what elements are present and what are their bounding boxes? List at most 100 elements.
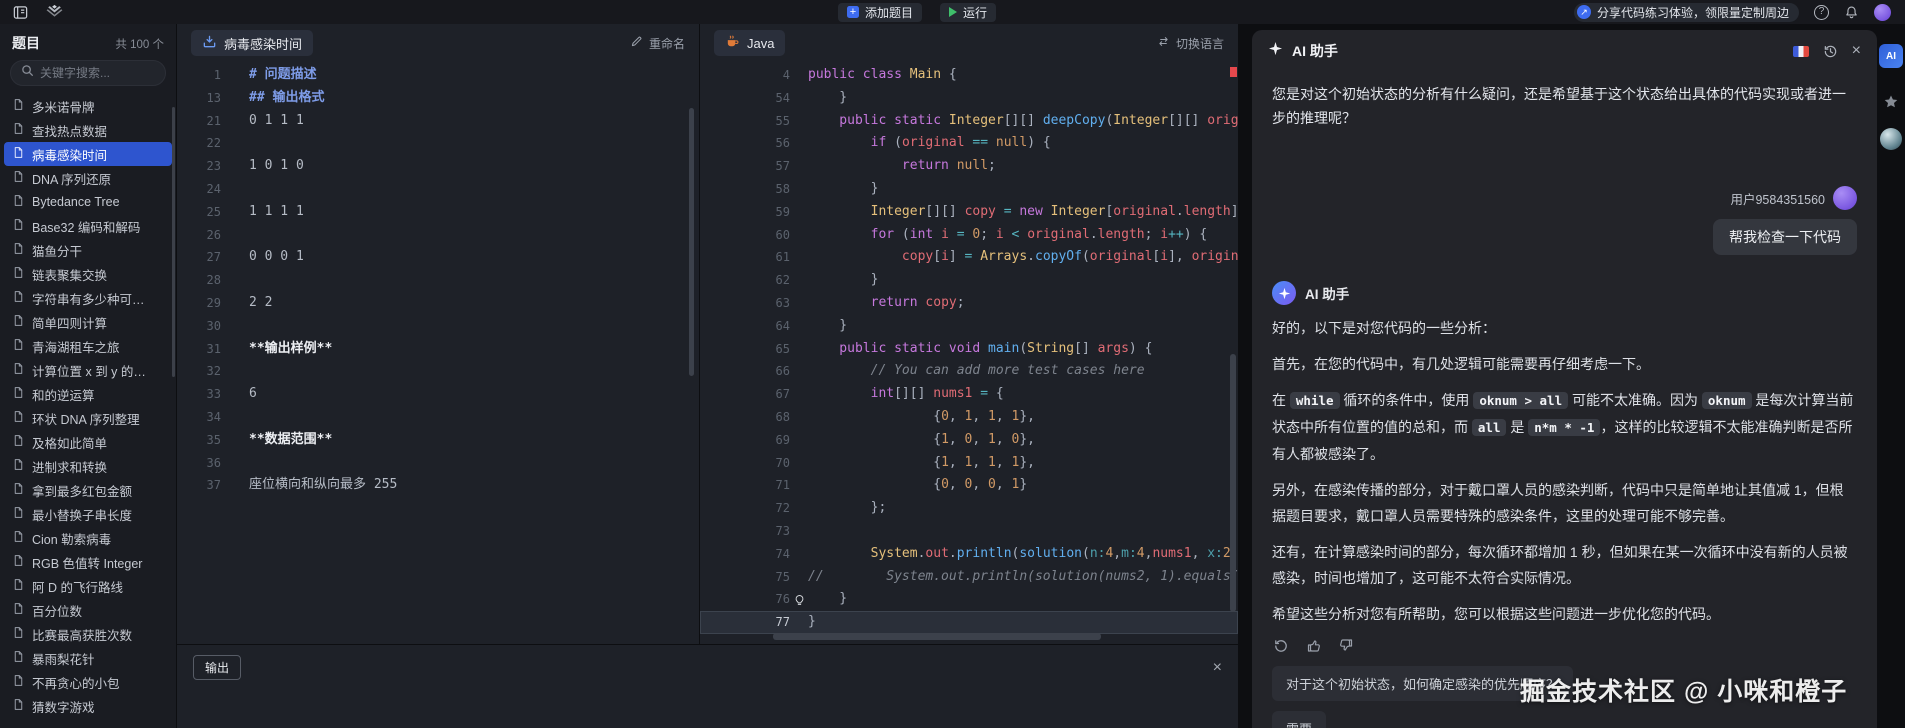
problem-line: 34 [177, 406, 699, 429]
sidebar-item[interactable]: 百分位数 [4, 598, 172, 622]
problem-line: 24 [177, 178, 699, 201]
topbar: 添加题目 运行 ↗ 分享代码练习体验，领限量定制周边 ? [0, 0, 1905, 24]
rename-button[interactable]: 重命名 [630, 35, 685, 52]
ai-assistant-panel: AI 助手 × 您是对这个初始状态的分析有什么疑问，还是希望基于这个状态给出具体… [1252, 30, 1877, 728]
brand-area [0, 4, 64, 21]
sidebar-item[interactable]: 计算位置 x 到 y 的… [4, 358, 172, 382]
code-line: 67 int[][] nums1 = { [700, 383, 1238, 406]
code-line: 61 copy[i] = Arrays.copyOf(original[i], … [700, 246, 1238, 269]
line-number: 73 [775, 523, 790, 538]
problem-line: 27 0 0 0 1 [177, 246, 699, 269]
line-number: 77 [775, 615, 790, 630]
sidebar-item[interactable]: 不再贪心的小包 [4, 670, 172, 694]
document-icon [12, 290, 25, 306]
sidebar-item[interactable]: 猜数字游戏 [4, 694, 172, 718]
sidebar-item[interactable]: 和的逆运算 [4, 382, 172, 406]
line-number: 31 [206, 341, 221, 356]
sidebar-item[interactable]: 猫鱼分干 [4, 238, 172, 262]
sidebar-item[interactable]: 链表聚集交换 [4, 262, 172, 286]
output-tab[interactable]: 输出 [193, 655, 242, 680]
sidebar-item[interactable]: 进制求和转换 [4, 454, 172, 478]
sidebar-item[interactable]: 拿到最多红包金额 [4, 478, 172, 502]
star-icon[interactable] [1883, 94, 1899, 110]
language-tab[interactable]: Java [714, 30, 786, 56]
document-icon [12, 506, 25, 522]
code-line: 4 public class Main { [700, 64, 1238, 87]
sparkle-icon [1268, 41, 1283, 61]
sidebar-item[interactable]: RGB 色值转 Integer [4, 550, 172, 574]
sidebar-item[interactable]: 青海湖租车之旅 [4, 334, 172, 358]
ai-plugin-icon[interactable]: AI [1879, 44, 1903, 68]
line-number: 58 [775, 181, 790, 196]
bell-icon[interactable] [1844, 5, 1859, 20]
code-line: 54 } [700, 87, 1238, 110]
thumbs-up-icon[interactable] [1305, 637, 1322, 654]
sidebar-item[interactable]: 最小替换子串长度 [4, 502, 172, 526]
problem-line: 37 座位横向和纵向最多 255 [177, 474, 699, 497]
code-line: 70 {1, 1, 1, 1}, [700, 452, 1238, 475]
sidebar-item[interactable]: Bytedance Tree [4, 190, 172, 214]
search-input[interactable] [40, 66, 155, 80]
line-number: 71 [775, 478, 790, 493]
search-box [10, 60, 166, 86]
code-line: 57 return null; [700, 155, 1238, 178]
problem-scrollbar[interactable] [689, 108, 694, 376]
regenerate-icon[interactable] [1272, 637, 1289, 654]
sidebar-item-label: 青海湖租车之旅 [32, 340, 120, 355]
document-icon [12, 266, 25, 282]
code-panel-header: Java 切换语言 [700, 24, 1238, 62]
line-number: 21 [206, 113, 221, 128]
share-banner[interactable]: ↗ 分享代码练习体验，领限量定制周边 [1573, 2, 1799, 22]
thumbs-down-icon[interactable] [1338, 637, 1355, 654]
code-editor[interactable]: 4 public class Main {54 } 55 public static… [700, 64, 1238, 634]
history-icon[interactable] [1823, 44, 1838, 59]
line-number: 26 [206, 227, 221, 242]
sidebar-item[interactable]: Cion 勒索病毒 [4, 526, 172, 550]
document-icon [12, 650, 25, 666]
suggested-question[interactable]: 对于这个初始状态，如何确定感染的优先顺序？ [1272, 666, 1574, 701]
problem-count: 共 100 个 [115, 39, 164, 51]
sidebar-item[interactable]: 病毒感染时间 [4, 142, 172, 166]
sidebar-item[interactable]: 字符串有多少种可… [4, 286, 172, 310]
juejin-logo-icon[interactable] [45, 4, 64, 20]
help-icon[interactable]: ? [1814, 4, 1829, 20]
sidebar-item-label: 查找热点数据 [32, 124, 108, 139]
suggested-question[interactable]: 需要 [1272, 711, 1327, 728]
problem-tab[interactable]: 病毒感染时间 [191, 30, 314, 56]
user-avatar[interactable] [1874, 3, 1891, 21]
sidebar-item[interactable]: 及格如此简单 [4, 430, 172, 454]
sidebar-item[interactable]: DNA 序列还原 [4, 166, 172, 190]
pencil-icon [630, 35, 643, 51]
add-problem-button[interactable]: 添加题目 [838, 2, 923, 22]
sidebar-item[interactable]: 环状 DNA 序列整理 [4, 406, 172, 430]
sidebar-scrollbar[interactable] [172, 107, 175, 377]
line-number: 4 [782, 68, 790, 82]
code-line: 69 {1, 0, 1, 0}, [700, 429, 1238, 452]
sidebar-item[interactable]: 暴雨梨花针 [4, 646, 172, 670]
sidebar-item[interactable]: 多米诺骨牌 [4, 94, 172, 118]
sidebar-item[interactable]: Base32 编码和解码 [4, 214, 172, 238]
switch-language-button[interactable]: 切换语言 [1157, 35, 1224, 52]
profile-logo-icon[interactable] [1880, 128, 1902, 150]
document-icon [12, 674, 25, 690]
lightbulb-icon[interactable] [790, 588, 808, 611]
sidebar-item-label: 和的逆运算 [32, 388, 95, 403]
code-horizontal-scrollbar[interactable] [773, 633, 1101, 640]
problem-editor[interactable]: 1 # 问题描述 13 ## 输出格式 21 0 1 1 1 22 23 1 0 1 0 24 25… [177, 64, 699, 497]
notebook-logo-icon[interactable] [12, 4, 29, 21]
sidebar-item[interactable]: 比赛最高获胜次数 [4, 622, 172, 646]
line-number: 70 [775, 455, 790, 470]
run-button[interactable]: 运行 [940, 2, 997, 22]
problem-list: 多米诺骨牌查找热点数据病毒感染时间 DNA 序列还原 Bytedance Tree B… [0, 94, 176, 728]
line-number: 69 [775, 432, 790, 447]
document-icon [12, 170, 25, 186]
close-icon[interactable]: × [1852, 43, 1861, 59]
translate-flag-icon[interactable] [1792, 45, 1809, 57]
close-icon[interactable]: × [1213, 659, 1222, 676]
sidebar-item[interactable]: 简单四则计算 [4, 310, 172, 334]
line-number: 32 [206, 364, 221, 379]
sidebar-item-label: DNA 序列还原 [32, 172, 112, 187]
sidebar-item[interactable]: 阿 D 的飞行路线 [4, 574, 172, 598]
sidebar-item[interactable]: 查找热点数据 [4, 118, 172, 142]
code-scrollbar[interactable] [1230, 354, 1236, 612]
